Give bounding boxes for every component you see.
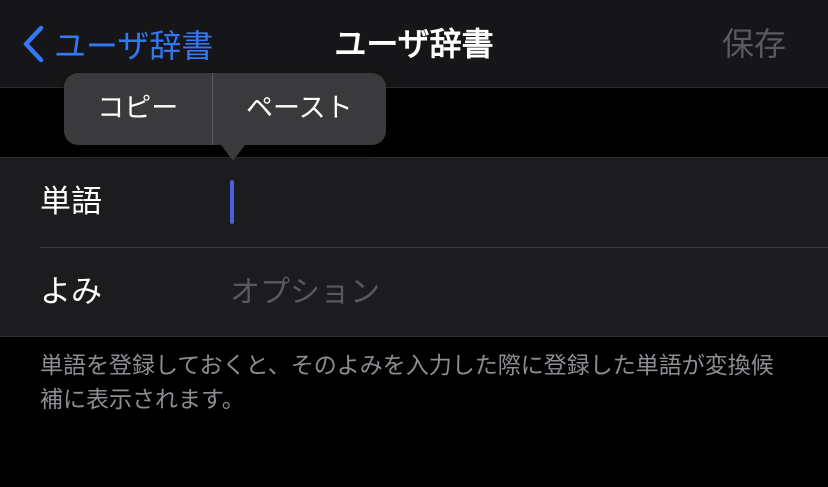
chevron-left-icon	[22, 25, 44, 63]
save-button[interactable]: 保存	[722, 22, 786, 66]
menu-pointer-arrow	[221, 145, 245, 161]
footer-description: 単語を登録しておくと、そのよみを入力した際に登録した単語が変換候補に表示されます…	[40, 353, 774, 413]
word-label: 単語	[40, 184, 102, 220]
reading-label: よみ	[40, 274, 102, 310]
reading-input[interactable]	[230, 248, 808, 337]
paste-menu-item[interactable]: ペースト	[213, 73, 386, 145]
edit-menu: コピー ペースト	[64, 73, 386, 161]
word-form-group: 単語 よみ	[0, 157, 828, 337]
back-button[interactable]: ユーザ辞書	[22, 22, 213, 66]
back-button-label: ユーザ辞書	[54, 27, 214, 65]
reading-row[interactable]: よみ	[0, 248, 828, 337]
word-input[interactable]	[230, 158, 808, 247]
word-row[interactable]: 単語	[0, 158, 828, 248]
copy-menu-item[interactable]: コピー	[64, 73, 212, 145]
text-cursor	[230, 180, 234, 224]
